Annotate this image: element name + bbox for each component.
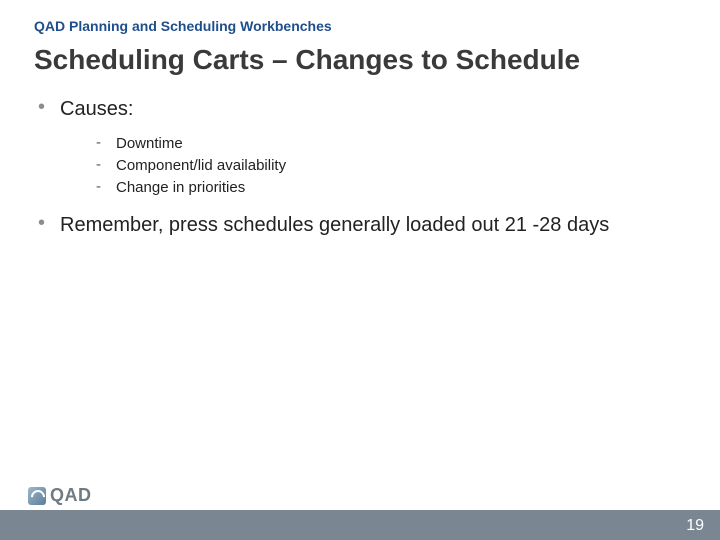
logo-text: QAD	[50, 485, 92, 506]
list-item-text: Remember, press schedules generally load…	[60, 212, 609, 238]
slide: QAD Planning and Scheduling Workbenches …	[0, 0, 720, 540]
logo-mark-icon	[28, 487, 46, 505]
slide-title: Scheduling Carts – Changes to Schedule	[0, 34, 720, 76]
list-item-text: Change in priorities	[116, 178, 245, 198]
list-item: • Causes:	[34, 96, 680, 122]
sub-list: - Downtime - Component/lid availability …	[34, 132, 680, 212]
dash-icon: -	[96, 156, 116, 173]
slide-body: • Causes: - Downtime - Component/lid ava…	[0, 76, 720, 238]
list-item-text: Downtime	[116, 134, 183, 154]
list-item: • Remember, press schedules generally lo…	[34, 212, 680, 238]
list-item: - Change in priorities	[96, 178, 680, 198]
list-item: - Component/lid availability	[96, 156, 680, 176]
list-item-text: Causes:	[60, 96, 133, 122]
dash-icon: -	[96, 134, 116, 151]
bullet-icon: •	[34, 212, 60, 234]
bullet-icon: •	[34, 96, 60, 118]
list-item: - Downtime	[96, 134, 680, 154]
footer-bar: 19	[0, 510, 720, 540]
slide-eyebrow: QAD Planning and Scheduling Workbenches	[0, 0, 720, 34]
brand-logo: QAD	[28, 485, 92, 506]
list-item-text: Component/lid availability	[116, 156, 286, 176]
dash-icon: -	[96, 178, 116, 195]
page-number: 19	[686, 517, 704, 535]
